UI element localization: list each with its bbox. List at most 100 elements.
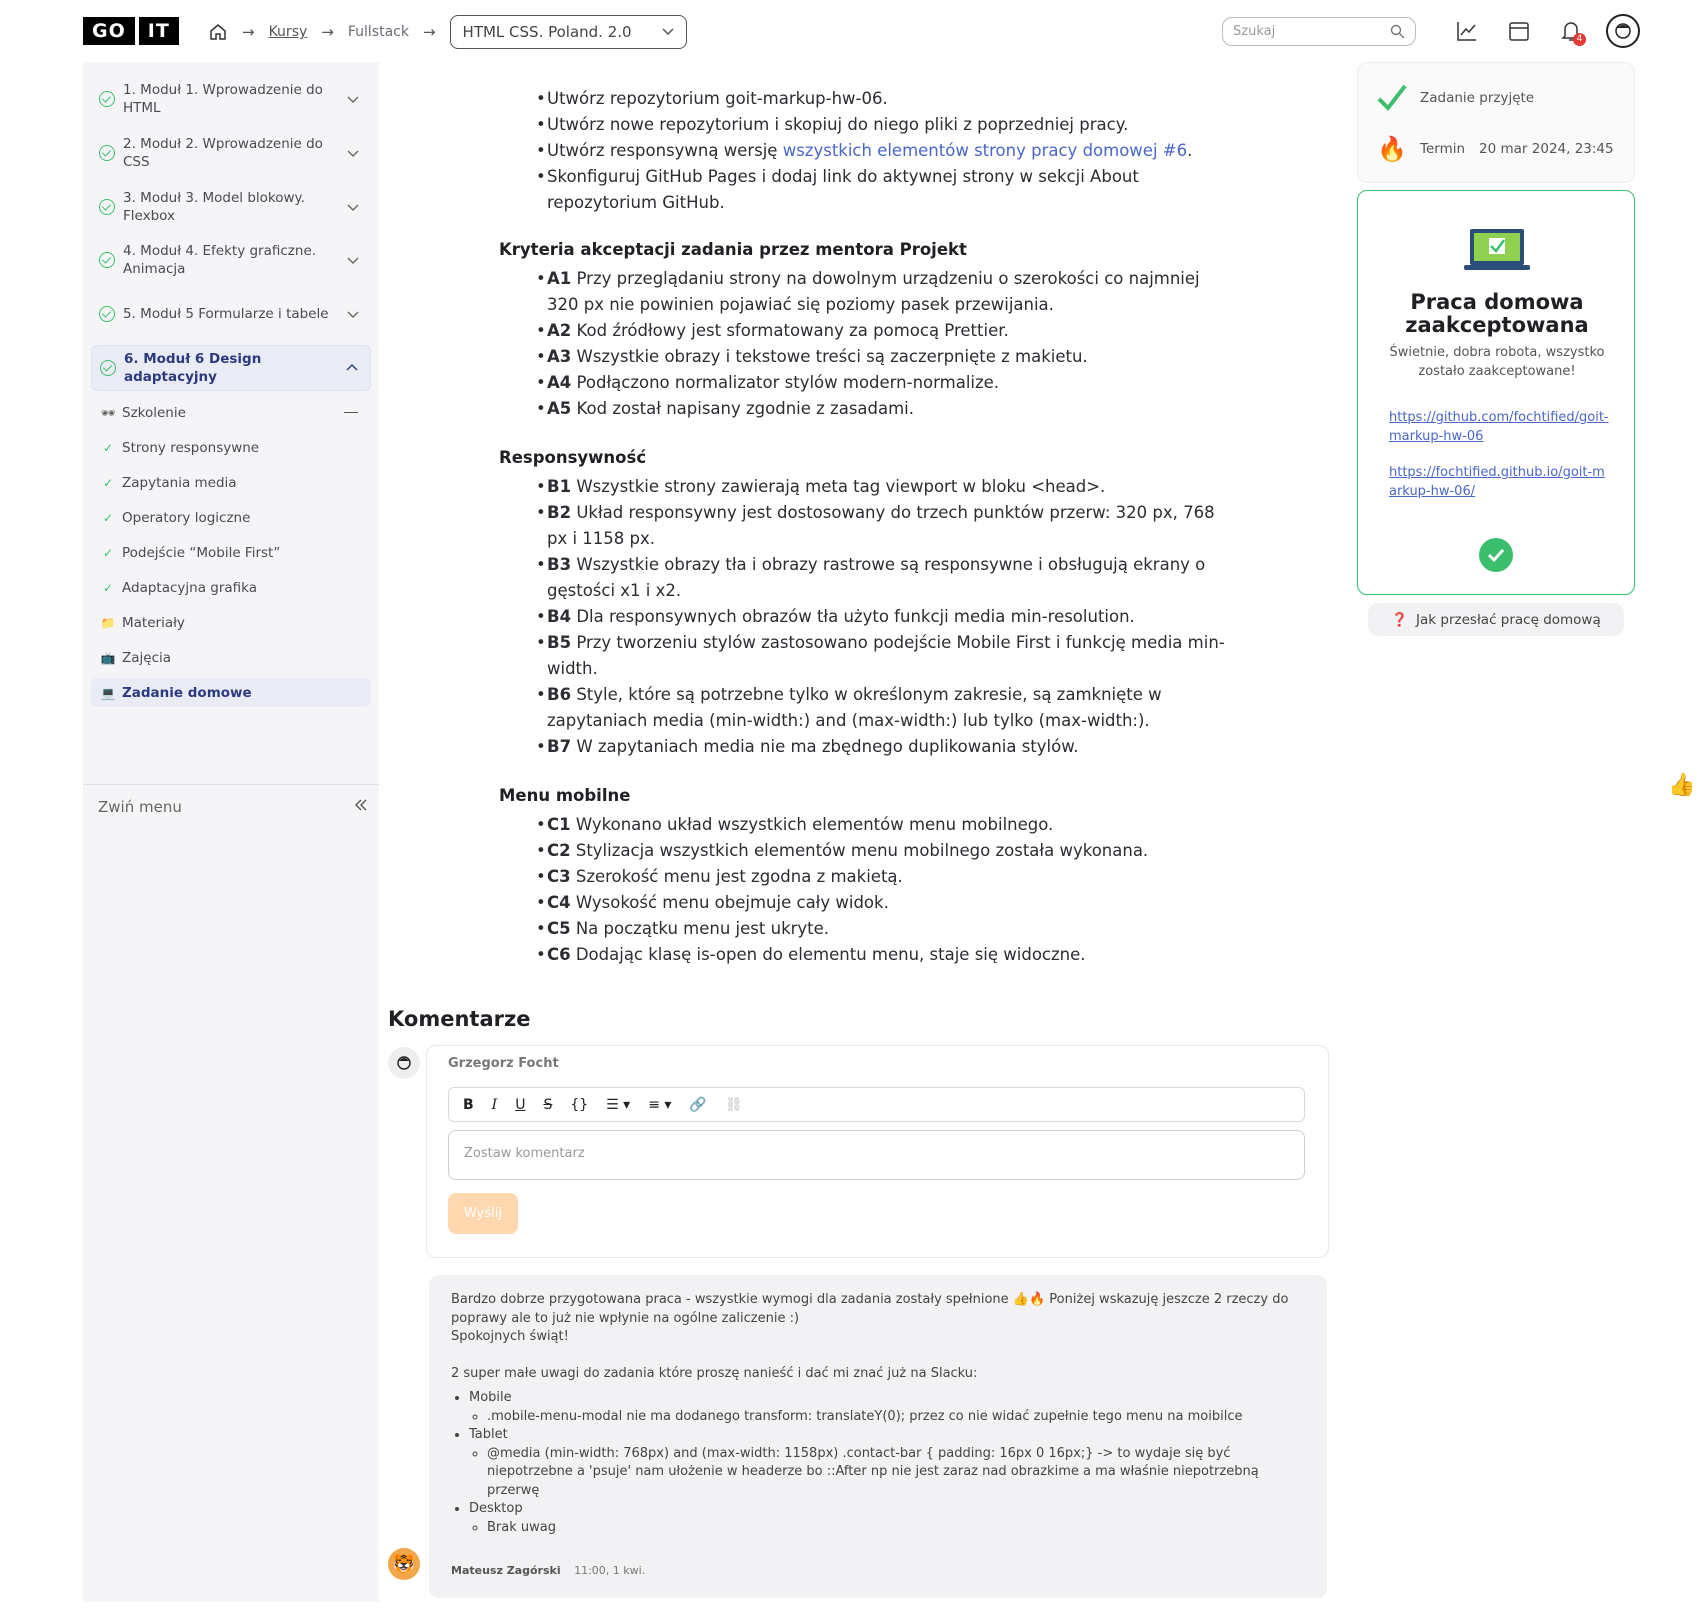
question-icon: ❓ bbox=[1391, 611, 1409, 628]
search-icon bbox=[1390, 24, 1405, 39]
sidebar-item-operatory-logiczne[interactable]: ✓ Operatory logiczne bbox=[91, 503, 371, 532]
list-item: A4 Podłączono normalizator stylów modern… bbox=[536, 370, 1226, 396]
user-face-icon bbox=[1615, 23, 1631, 39]
accepted-card: Praca domowa zaakceptowana Świetnie, dob… bbox=[1357, 190, 1635, 595]
github-pages-link[interactable]: https://fochtified.github.io/goit-markup… bbox=[1389, 464, 1609, 501]
sidebar-item-szkolenie[interactable]: 🕶 Szkolenie bbox=[91, 398, 371, 427]
list-item: C2 Stylizacja wszystkich elementów menu … bbox=[536, 838, 1226, 864]
list-item: Brak uwag bbox=[487, 1519, 1305, 1538]
comment-author: Grzegorz Focht bbox=[448, 1056, 559, 1071]
stats-button[interactable] bbox=[1450, 14, 1484, 48]
italic-icon[interactable]: I bbox=[492, 1097, 498, 1113]
bold-icon[interactable]: B bbox=[463, 1097, 474, 1113]
list-item: B7 W zapytaniach media nie ma zbędnego d… bbox=[536, 734, 1226, 760]
accepted-title: Praca domowa zaakceptowana bbox=[1405, 290, 1589, 337]
sidebar-item-zadanie-domowe[interactable]: 💻 Zadanie domowe bbox=[91, 678, 371, 707]
chevron-up-icon bbox=[346, 364, 358, 371]
goit-logo[interactable]: GO IT bbox=[83, 17, 179, 45]
unlink-icon[interactable]: ⛓ bbox=[725, 1097, 743, 1113]
list-item: C4 Wysokość menu obejmuje cały widok. bbox=[536, 890, 1226, 916]
list-icon[interactable]: ☰ ▾ bbox=[606, 1097, 630, 1113]
list-item: B6 Style, które są potrzebne tylko w okr… bbox=[536, 682, 1226, 734]
logo-it: IT bbox=[138, 17, 179, 45]
strikethrough-icon[interactable]: S bbox=[543, 1097, 552, 1113]
sidebar-item-label: Podejście “Mobile First” bbox=[122, 544, 281, 561]
github-repo-link[interactable]: https://github.com/fochtified/goit-marku… bbox=[1389, 409, 1609, 446]
criteria-a-list: A1 Przy przeglądaniu strony na dowolnym … bbox=[536, 266, 1226, 422]
send-button[interactable]: Wyślij bbox=[448, 1193, 518, 1234]
sidebar-item-strony-responsywne[interactable]: ✓ Strony responsywne bbox=[91, 433, 371, 462]
check-icon: ✓ bbox=[102, 440, 114, 455]
check-circle-icon bbox=[99, 306, 115, 322]
list-item: C3 Szerokość menu jest zgodna z makietą. bbox=[536, 864, 1226, 890]
sidebar-module-6[interactable]: 6. Moduł 6 Design adaptacyjny bbox=[91, 345, 371, 391]
breadcrumb-kursy[interactable]: Kursy bbox=[269, 24, 308, 40]
check-circle-icon bbox=[99, 199, 115, 215]
thumbs-up-icon[interactable]: 👍 bbox=[1668, 773, 1695, 798]
notifications-button[interactable]: 4 bbox=[1554, 14, 1588, 48]
course-select[interactable]: HTML CSS. Poland. 2.0 bbox=[449, 15, 687, 49]
status-card: Zadanie przyjęte 🔥 Termin 20 mar 2024, 2… bbox=[1357, 62, 1635, 183]
sidebar-module-4[interactable]: 4. Moduł 4. Efekty graficzne. Animacja bbox=[91, 237, 371, 283]
list-item: A2 Kod źródłowy jest sformatowany za pom… bbox=[536, 318, 1226, 344]
sidebar-item-label: Zadanie domowe bbox=[122, 684, 252, 701]
sidebar-item-zajecia[interactable]: 📺 Zajęcia bbox=[91, 643, 371, 672]
list-item: B4 Dla responsywnych obrazów tła użyto f… bbox=[536, 604, 1226, 630]
module-label: 1. Moduł 1. Wprowadzenie do HTML bbox=[123, 82, 323, 116]
check-icon: ✓ bbox=[102, 510, 114, 525]
list-item: Utwórz repozytorium goit-markup-hw-06. bbox=[536, 86, 1226, 112]
check-circle-icon bbox=[100, 360, 116, 376]
sidebar: 1. Moduł 1. Wprowadzenie do HTML 2. Modu… bbox=[83, 62, 379, 1602]
minus-icon bbox=[344, 411, 358, 414]
list-item: C6 Dodając klasę is-open do elementu men… bbox=[536, 942, 1226, 968]
list-item: Desktop Brak uwag bbox=[469, 1500, 1305, 1537]
sidebar-item-materialy[interactable]: 📁 Materiały bbox=[91, 608, 371, 637]
sidebar-item-mobile-first[interactable]: ✓ Podejście “Mobile First” bbox=[91, 538, 371, 567]
glasses-icon: 🕶 bbox=[100, 405, 116, 420]
how-to-submit-button[interactable]: ❓ Jak przesłać pracę domową bbox=[1368, 603, 1624, 636]
arrow-right-icon: → bbox=[242, 23, 255, 41]
accepted-desc: Świetnie, dobra robota, wszystko zostało… bbox=[1389, 345, 1605, 379]
collapse-menu-button[interactable]: Zwiń menu bbox=[98, 798, 368, 816]
list-item: Utwórz responsywną wersję wszystkich ele… bbox=[536, 138, 1226, 164]
intro-list: Utwórz repozytorium goit-markup-hw-06. U… bbox=[536, 86, 1226, 216]
list-item: B3 Wszystkie obrazy tła i obrazy rastrow… bbox=[536, 552, 1226, 604]
deadline-row: 🔥 Termin 20 mar 2024, 23:45 bbox=[1377, 135, 1614, 163]
homework-link[interactable]: wszystkich elementów strony pracy domowe… bbox=[783, 141, 1187, 160]
section-title: Kryteria akceptacji zadania przez mentor… bbox=[499, 240, 967, 259]
sidebar-item-adaptacyjna-grafika[interactable]: ✓ Adaptacyjna grafika bbox=[91, 573, 371, 602]
sidebar-module-2[interactable]: 2. Moduł 2. Wprowadzenie do CSS bbox=[91, 130, 371, 176]
user-avatar[interactable] bbox=[1606, 14, 1640, 48]
sidebar-module-3[interactable]: 3. Moduł 3. Model blokowy. Flexbox bbox=[91, 184, 371, 230]
check-icon: ✓ bbox=[102, 475, 114, 490]
fire-icon: 🔥 bbox=[1377, 135, 1407, 163]
link-icon[interactable]: 🔗 bbox=[689, 1097, 706, 1113]
list-item: Utwórz nowe repozytorium i skopiuj do ni… bbox=[536, 112, 1226, 138]
reply-time: 11:00, 1 kwi. bbox=[574, 1564, 646, 1577]
comment-input[interactable]: Zostaw komentarz bbox=[448, 1130, 1305, 1180]
sidebar-module-1[interactable]: 1. Moduł 1. Wprowadzenie do HTML bbox=[91, 76, 371, 122]
divider bbox=[83, 784, 379, 785]
list-item: C1 Wykonano układ wszystkich elementów m… bbox=[536, 812, 1226, 838]
green-check-icon bbox=[1377, 84, 1407, 112]
search-input[interactable]: Szukaj bbox=[1222, 17, 1416, 46]
check-icon: ✓ bbox=[102, 580, 114, 595]
chevron-down-icon bbox=[347, 311, 359, 318]
top-bar: GO IT → Kursy → Fullstack → HTML CSS. Po… bbox=[0, 0, 1700, 62]
align-icon[interactable]: ≡ ▾ bbox=[648, 1097, 671, 1113]
avatar: 🐯 bbox=[388, 1548, 420, 1580]
sidebar-module-5[interactable]: 5. Moduł 5 Formularze i tabele bbox=[91, 291, 371, 337]
breadcrumb-fullstack[interactable]: Fullstack bbox=[348, 24, 409, 40]
sidebar-item-zapytania-media[interactable]: ✓ Zapytania media bbox=[91, 468, 371, 497]
calendar-button[interactable] bbox=[1502, 14, 1536, 48]
sidebar-item-label: Strony responsywne bbox=[122, 439, 260, 456]
section-title: Menu mobilne bbox=[499, 786, 631, 805]
code-icon[interactable]: {} bbox=[570, 1097, 588, 1113]
underline-icon[interactable]: U bbox=[515, 1097, 525, 1113]
criteria-b-list: B1 Wszystkie strony zawierają meta tag v… bbox=[536, 474, 1226, 760]
reply-author: Mateusz Zagórski bbox=[451, 1564, 561, 1577]
module-label: 6. Moduł 6 Design adaptacyjny bbox=[124, 351, 262, 385]
chevron-down-icon bbox=[347, 150, 359, 157]
section-title: Responsywność bbox=[499, 448, 647, 467]
home-icon[interactable] bbox=[208, 22, 228, 42]
